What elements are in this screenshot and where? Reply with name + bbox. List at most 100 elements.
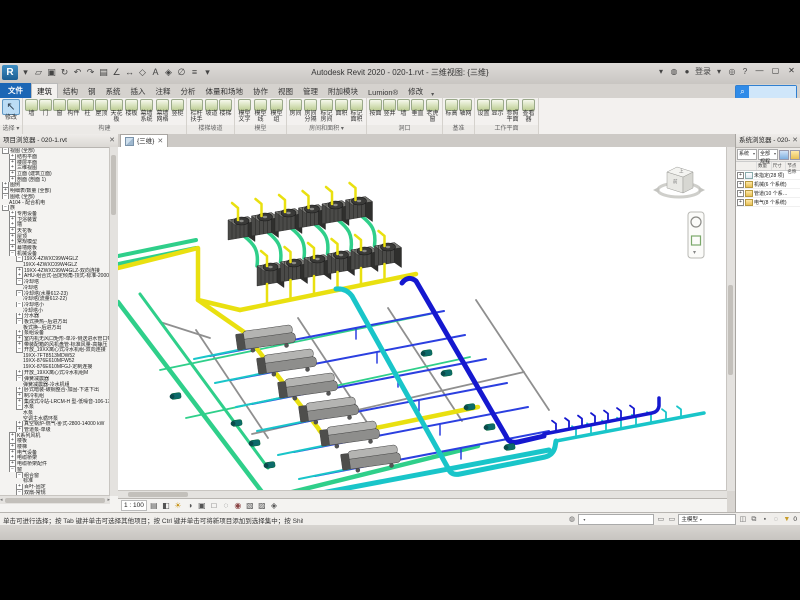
tab-视图[interactable]: 视图 (273, 84, 298, 98)
cooling-tower[interactable] (304, 255, 331, 280)
cooling-tower[interactable] (328, 251, 355, 276)
print-icon[interactable]: ▤ (98, 66, 109, 79)
editable-only-icon[interactable]: ▭ (656, 515, 665, 524)
ribbon-button-按面[interactable]: 按面 (369, 99, 382, 117)
ribbon-button-查看器[interactable]: 查看器 (521, 99, 536, 123)
undo-icon[interactable]: ↶ (72, 66, 83, 79)
ribbon-button-栏杆扶手[interactable]: 栏杆扶手 (189, 99, 204, 123)
tree-expander-icon[interactable]: + (737, 199, 744, 206)
cooling-tower[interactable] (375, 243, 402, 268)
discipline-filter-select[interactable]: 全部规程▾ (758, 149, 778, 160)
column-settings-icon[interactable] (779, 150, 789, 160)
tab-分析[interactable]: 分析 (176, 84, 201, 98)
tree-expander-icon[interactable]: − (9, 467, 16, 473)
tree-expander-icon[interactable]: + (737, 172, 744, 179)
tree-expander-icon[interactable]: − (2, 148, 9, 154)
exclude-options-icon[interactable]: ◫ (738, 515, 747, 524)
communication-icon[interactable]: ◍ (669, 67, 679, 76)
ribbon-button-墙[interactable]: 墙 (397, 99, 410, 117)
ribbon-button-房间分隔[interactable]: 房间分隔 (303, 99, 318, 123)
tab-Lumion®[interactable]: Lumion® (363, 86, 403, 98)
ribbon-button-幕墙系统[interactable]: 幕墙系统 (139, 99, 154, 123)
requests-icon[interactable]: ▭ (667, 515, 676, 524)
caret-icon[interactable]: ▾ (656, 67, 666, 76)
ribbon-button-屋顶[interactable]: 屋顶 (95, 99, 108, 117)
default-3d-view-icon[interactable]: ◈ (163, 66, 174, 79)
ribbon-button-显示[interactable]: 显示 (491, 99, 504, 117)
system-browser-header[interactable]: 系统浏览器 - 020-1.rvt ✕ (736, 134, 800, 148)
scroll-right-icon[interactable]: ▸ (107, 497, 110, 503)
project-browser-header[interactable]: 项目浏览器 - 020-1.rvt ✕ (0, 134, 118, 148)
cooling-tower[interactable] (299, 205, 326, 230)
measure-icon[interactable]: ∠ (111, 66, 122, 79)
cooling-tower[interactable] (257, 263, 284, 288)
ribbon-button-垂直[interactable]: 垂直 (411, 99, 424, 117)
model-viewport[interactable]: 前上▾ (118, 147, 727, 491)
system-filter-select[interactable]: 系统▾ (737, 149, 757, 160)
hide-analytical-icon[interactable]: ▨ (257, 501, 267, 511)
project-browser-hscrollbar[interactable]: ◂▸ (0, 495, 110, 504)
detail-level-icon[interactable]: ▤ (149, 501, 159, 511)
ribbon-button-面积[interactable]: 面积 (335, 99, 348, 117)
ribbon-button-楼梯[interactable]: 楼梯 (219, 99, 232, 117)
cooling-tower[interactable] (346, 197, 373, 222)
navbar-caret-icon[interactable]: ▾ (693, 250, 696, 256)
ribbon-button-幕墙网格[interactable]: 幕墙网格 (155, 99, 170, 123)
tree-expander-icon[interactable]: − (16, 302, 23, 308)
ribbon-button-标记房间[interactable]: 标记房间 (319, 99, 334, 123)
view-tab-3d[interactable]: {三维} ✕ (120, 134, 168, 147)
section-icon[interactable]: ∅ (176, 66, 187, 79)
infocenter-search[interactable]: ⌕ (735, 85, 797, 99)
visual-style-icon[interactable]: ◧ (161, 501, 171, 511)
tab-系统[interactable]: 系统 (101, 84, 126, 98)
close-button[interactable]: ✕ (785, 65, 798, 77)
reveal-hidden-icon[interactable]: ◉ (233, 501, 243, 511)
3d-model-scene[interactable]: 前上▾ (118, 147, 727, 491)
tree-expander-icon[interactable]: − (16, 256, 23, 262)
tree-expander-icon[interactable]: − (9, 250, 16, 256)
customize-caret[interactable]: ▾ (202, 66, 213, 79)
ribbon-button-模型线[interactable]: 模型线 (253, 99, 268, 123)
background-process-icon[interactable]: ◌ (771, 515, 780, 524)
ribbon-button-门[interactable]: 门 (39, 99, 52, 117)
link-select-icon[interactable]: ⧉ (749, 515, 758, 524)
shadows-icon[interactable]: ◑ (185, 501, 195, 511)
minimize-button[interactable]: — (753, 65, 766, 77)
dimension-icon[interactable]: ↔ (124, 66, 135, 79)
show-crop-icon[interactable]: □ (209, 501, 219, 511)
restore-button[interactable]: ▢ (769, 65, 782, 77)
signin-caret[interactable]: ▾ (714, 67, 724, 76)
ribbon-button-轴网[interactable]: 轴网 (459, 99, 472, 117)
ribbon-button-竖梃[interactable]: 竖梃 (171, 99, 184, 117)
tab-钢[interactable]: 钢 (83, 84, 101, 98)
open-icon[interactable]: ▱ (33, 66, 44, 79)
cooling-tower[interactable] (275, 209, 302, 234)
sun-path-icon[interactable]: ☀ (173, 501, 183, 511)
tree-expander-icon[interactable]: − (2, 205, 9, 211)
temporary-hide-isolate-icon[interactable]: ◌ (221, 501, 231, 511)
tree-expander-icon[interactable]: + (737, 181, 744, 188)
redo-icon[interactable]: ↷ (85, 66, 96, 79)
tab-建筑[interactable]: 建筑 (31, 83, 58, 98)
tag-icon[interactable]: ◇ (137, 66, 148, 79)
system-browser-row[interactable]: +机械(6 个系统) (736, 180, 800, 189)
scale-control[interactable]: 1 : 100 (121, 500, 147, 511)
ribbon-button-模型文字[interactable]: 模型文字 (237, 99, 252, 123)
ribbon-button-设置[interactable]: 设置 (477, 99, 490, 117)
tab-附加模块[interactable]: 附加模块 (323, 84, 363, 98)
search-input[interactable] (749, 86, 796, 98)
ribbon-button-标记面积[interactable]: 标记面积 (349, 99, 364, 123)
scroll-left-icon[interactable]: ◂ (0, 497, 3, 503)
ribbon-button-墙[interactable]: 墙 (25, 99, 38, 117)
worksets-icon[interactable]: ◍ (567, 515, 576, 524)
help-icon[interactable]: ? (740, 67, 750, 76)
thin-lines-icon[interactable]: ≡ (189, 66, 200, 79)
ribbon-button-构件[interactable]: 构件 (67, 99, 80, 117)
close-icon[interactable]: ✕ (109, 134, 115, 147)
tab-体量和场地[interactable]: 体量和场地 (201, 84, 249, 98)
workset-select[interactable]: ▾ (578, 514, 654, 525)
ribbon-overflow-caret[interactable]: ▾ (428, 91, 437, 98)
tab-修改[interactable]: 修改 (403, 84, 428, 98)
tree-expander-icon[interactable]: − (16, 319, 23, 325)
cooling-tower[interactable] (351, 247, 378, 272)
